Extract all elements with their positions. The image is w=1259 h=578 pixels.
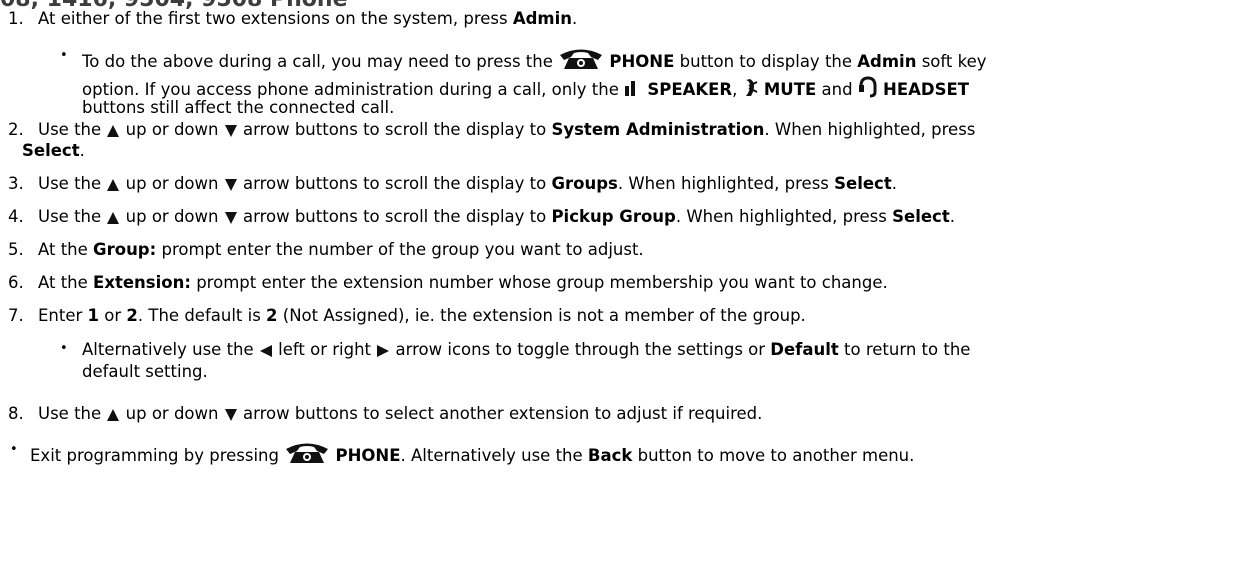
step-5: 5. At the Group: prompt enter the number … — [8, 240, 644, 259]
bullet-icon: • — [10, 442, 18, 457]
step-8: 8. Use the up or down arrow buttons to se… — [8, 403, 762, 428]
step-4: 4. Use the up or down arrow buttons to sc… — [8, 206, 955, 231]
arrow-up-icon — [106, 406, 120, 428]
arrow-right-icon — [376, 342, 390, 364]
step-1-note-line-1: To do the above during a call, you may n… — [82, 46, 987, 76]
step-3: 3. Use the up or down arrow buttons to sc… — [8, 173, 897, 198]
step-7-note-line-2: default setting. — [82, 362, 208, 381]
exit-note: Exit programming by pressing PHONE. Alte… — [30, 440, 914, 470]
arrow-up-icon — [106, 176, 120, 198]
headset-icon — [858, 76, 878, 104]
step-7-note-line-1: Alternatively use the left or right arro… — [82, 339, 970, 364]
step-6: 6. At the Extension: prompt enter the ext… — [8, 273, 888, 292]
step-7: 7. Enter 1 or 2. The default is 2 (Not As… — [8, 306, 806, 325]
phone-icon — [284, 440, 330, 470]
bullet-icon: • — [60, 48, 68, 63]
arrow-up-icon — [106, 122, 120, 144]
step-2-line-2: Select. — [22, 141, 85, 160]
arrow-down-icon — [224, 122, 238, 144]
arrow-down-icon — [224, 406, 238, 428]
speaker-icon — [624, 80, 642, 104]
arrow-down-icon — [224, 176, 238, 198]
bullet-icon: • — [60, 341, 68, 356]
arrow-up-icon — [106, 209, 120, 231]
arrow-left-icon — [259, 342, 273, 364]
arrow-down-icon — [224, 209, 238, 231]
step-1: 1. At either of the first two extensions … — [8, 9, 578, 28]
step-2: 2. Use the up or down arrow buttons to sc… — [8, 119, 975, 144]
step-1-note-line-3: buttons still affect the connected call. — [82, 98, 395, 117]
mute-icon — [743, 78, 759, 104]
phone-icon — [558, 46, 604, 76]
